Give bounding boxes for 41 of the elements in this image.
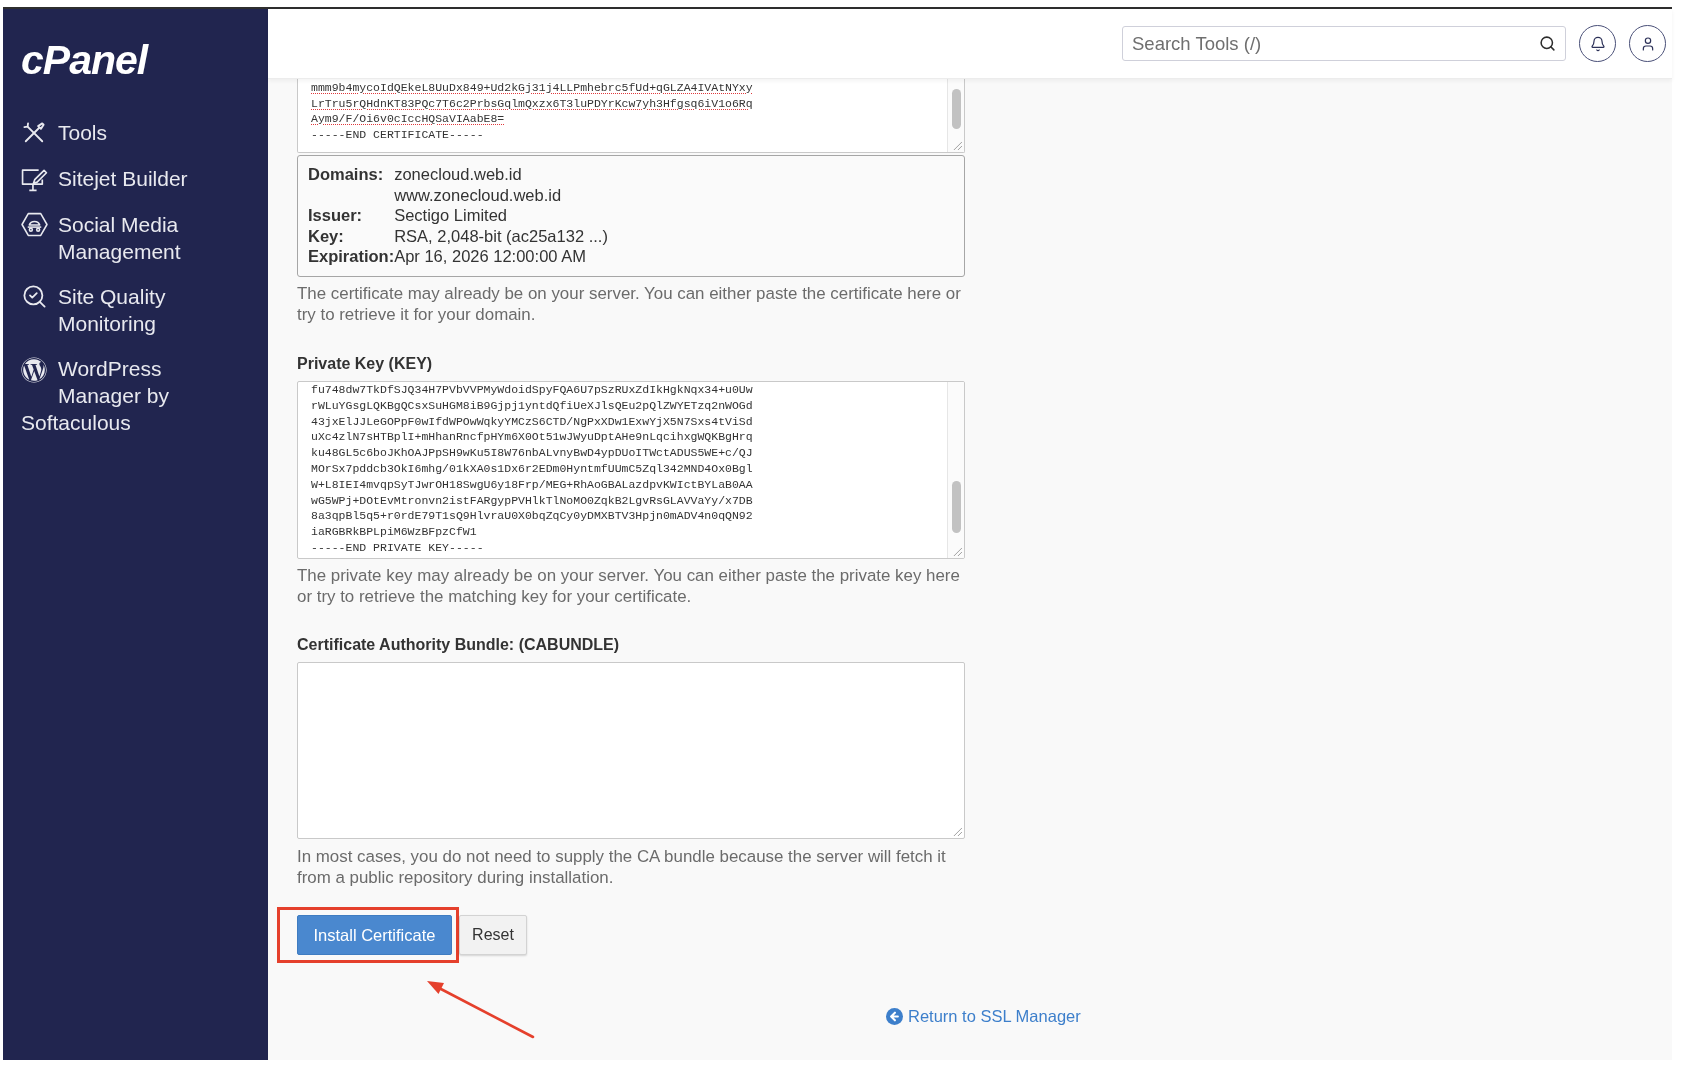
detail-value: www.zonecloud.web.id: [394, 184, 562, 206]
private-key-text: fu748dw7TkDfSJQ34H7PVbVVPMyWdoidSpyFQA6U7pSzRUxZdIkHgkNqx34+u0Uw rWLuYGsgLQKBgQCsxSuHGM8iB9Gjpj1yntdQfiUeXJlsQEu2pQlZWYETzq2nWOGd 43jxElJJLeGOPpF0wIfdWPOwWqkyYMCzS6CTD/NgPxXDw1ExwYjX5N7Sxs4tViSd uXc4zlN7sHTBplI+mHhanRncfpHYm6X0Ot51wJWyuDptAHe9nLqcihxgWQKBgHrq ku48GL5c6boJKhOAJPpSH9wKu5I8W76nbALvnyBwD4ypDUoITWctADUS5WE+c/QJ MOrSx7pddcb3OkI6mhg/01kXA0s1Dx6r2EDm0HyntmfUUmC5Zql342MND4Ox0Bgl W+L8IEI4mvqpSyTJwrOH18SwgU6y18Frp/MEG+RhAoGBALazdpvKWIctBYLaB0AA wG5WPj+DOtEvMtronvn2istFARgypPVHlkTlNoMO0ZqkB2LgvRsGLAVVaYy/x7DB 8a3qpBl5q5+r0rdE79T1sQ9HlvraU0X0bqZqCy0yDMXBTV3Hpjn0mADV4n0qQN92 iaRGBRkBPLpiM6WzBFpzCfW1 -----END PRIVATE KEY-----: [310, 381, 754, 556]
detail-value: Apr 16, 2026 12:00:00 AM: [394, 246, 586, 267]
sidebar-item[interactable]: Tools: [21, 119, 238, 147]
resize-grip-icon[interactable]: [953, 546, 962, 556]
hexagon-icon: [21, 212, 48, 237]
magnifier-check-icon: [21, 283, 48, 310]
field-label: Certificate Authority Bundle: (CABUNDLE): [297, 634, 621, 655]
sidebar-item[interactable]: WordPress Manager by Softaculous: [21, 355, 238, 436]
resize-grip-icon[interactable]: [953, 141, 962, 150]
detail-label: Domains:: [308, 164, 385, 185]
sidebar-item[interactable]: Sitejet Builder: [21, 165, 238, 193]
help-text: In most cases, you do not need to supply the CA bundle because the server will fetch it from a public repository during installation.: [297, 845, 947, 888]
detail-label: Key:: [308, 225, 345, 247]
detail-label: Expiration:: [308, 246, 395, 267]
search-icon[interactable]: [1539, 35, 1556, 52]
reset-button[interactable]: Reset: [459, 914, 527, 955]
scrollbar-thumb[interactable]: [951, 89, 961, 129]
logo[interactable]: cPanel: [21, 39, 148, 81]
help-text: The certificate may already be on your server. You can either paste the certificate here or try to retrieve it for your domain.: [297, 282, 962, 325]
bell-icon: [1589, 35, 1606, 52]
sidebar-item[interactable]: Social Media Management: [21, 211, 238, 265]
detail-label: Issuer:: [308, 205, 364, 226]
resize-grip-icon[interactable]: [953, 826, 962, 836]
install-button[interactable]: Install Certificate: [297, 914, 452, 955]
search-field[interactable]: Search Tools (/): [1122, 26, 1566, 61]
detail-value: zonecloud.web.id: [394, 164, 522, 185]
certificate-text: mmm9b4mycoIdQEkeL8UuDx849+Ud2kGj31j4LLPmhebrc5fUd+qGLZA4IVAtNYxy LrTru5rQHdnKT83PQc7T6c2PrbsGqlmQxzx6T3luPDYrKcw7yh3Hfgsq6iV1o6Rq Aym9/F/Oi6v0cIccHQSaVIAabE8= -----END CERTIFICATE-----: [310, 80, 754, 143]
monitor-pencil-icon: [21, 167, 48, 192]
wordpress-icon: [21, 357, 47, 383]
detail-value: RSA, 2,048-bit (ac25a132 ...): [394, 225, 608, 247]
return-link[interactable]: Return to SSL Manager: [886, 1004, 1081, 1028]
detail-value: Sectigo Limited: [394, 205, 507, 226]
field-label: Private Key (KEY): [297, 353, 434, 374]
help-text: The private key may already be on your server. You can either paste the private key here or try to retrieve the matching key for your certificate.: [297, 564, 961, 607]
sidebar-item[interactable]: Site Quality Monitoring: [21, 283, 238, 337]
private-key-field[interactable]: [297, 380, 965, 559]
scrollbar-thumb[interactable]: [951, 480, 961, 533]
ca-bundle-field[interactable]: [297, 661, 965, 839]
certificate-field[interactable]: mmm9b4mycoIdQEkeL8UuDx849+Ud2kGj31j4LLPmhebrc5fUd+qGLZA4IVAtNYxy LrTru5rQHdnKT83PQc7T6c2PrbsGqlmQxzx6T3luPDYrKcw7yh3Hfgsq6iV1o6Rq Aym9/F/Oi6v0cIccHQSaVIAabE8= -----END CERTIFICATE-----: [297, 79, 965, 153]
crossed-tools-icon: [23, 122, 45, 144]
